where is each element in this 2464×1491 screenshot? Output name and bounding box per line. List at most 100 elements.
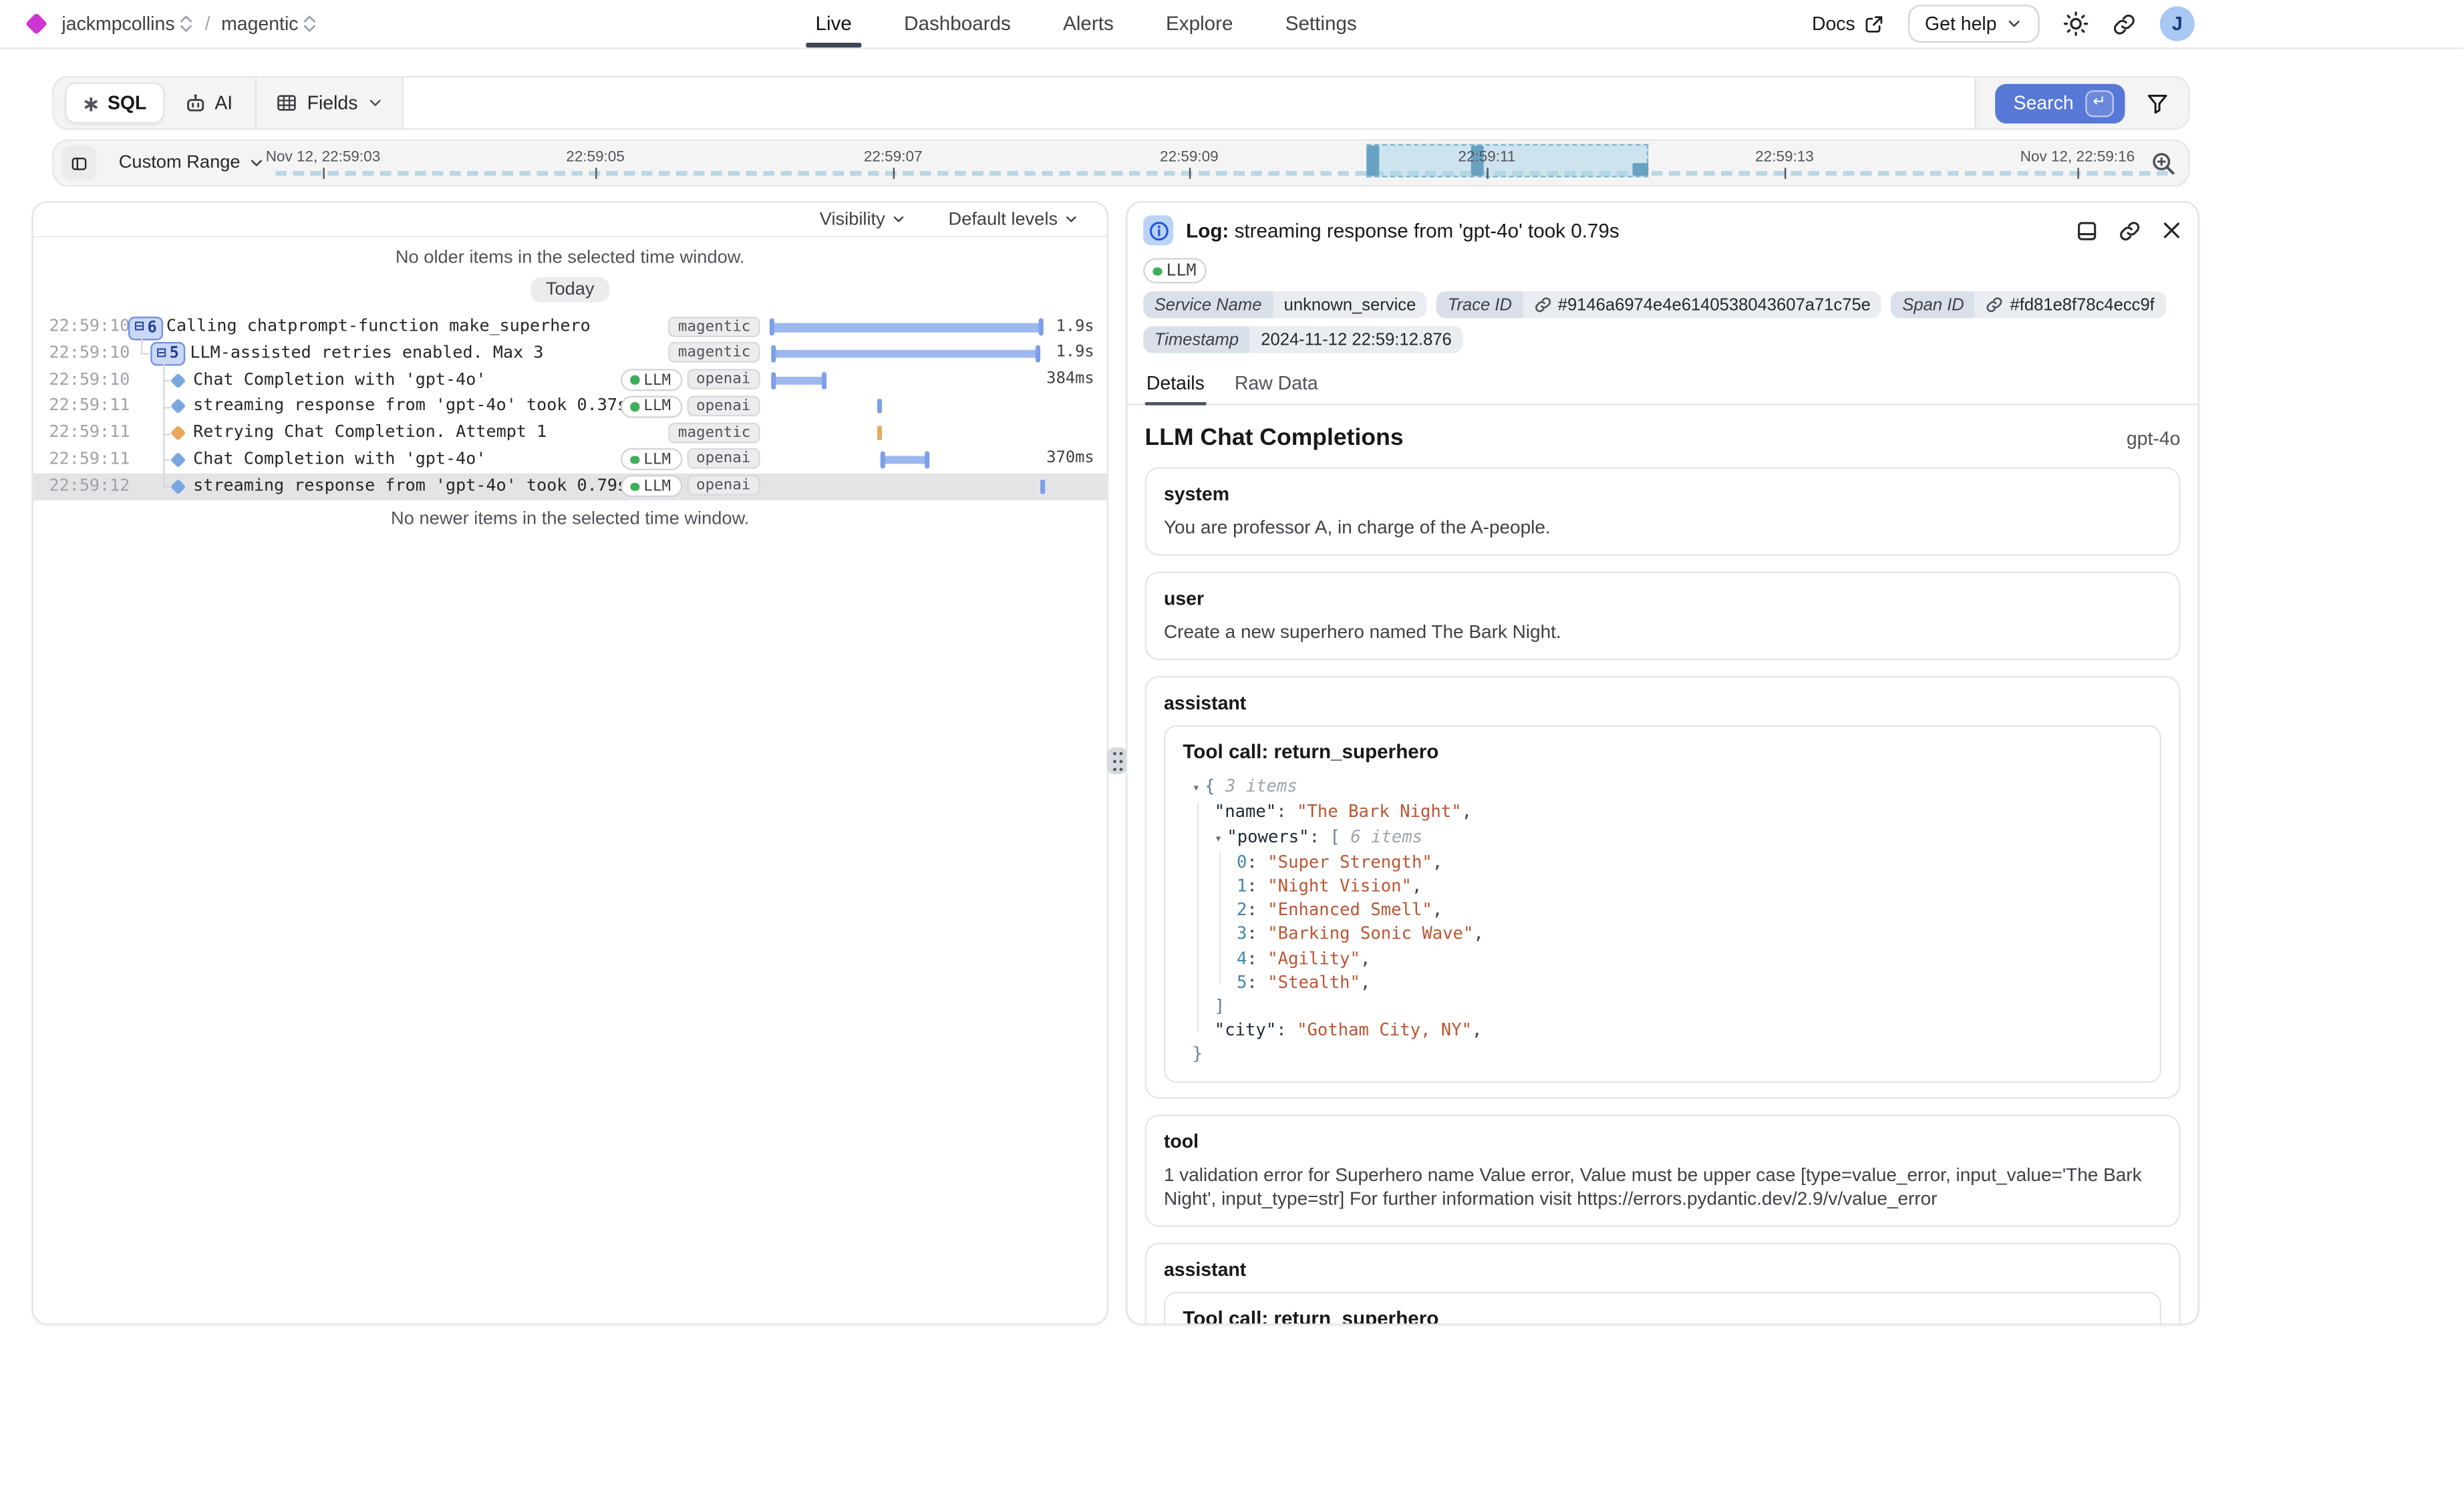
expand-chevron-icon[interactable]: ▾ <box>1215 830 1222 844</box>
json-token: 3 <box>1237 924 1247 945</box>
robot-icon <box>183 91 207 115</box>
log-row[interactable]: 22:59:10⊟6Calling chatprompt-function ma… <box>33 313 1107 340</box>
panel-resize-handle[interactable] <box>1107 748 1128 774</box>
nav-item-explore[interactable]: Explore <box>1166 0 1233 47</box>
meta-value: #9146a6974e4e6140538043607a71c75e <box>1523 292 1882 319</box>
query-mode-group: ∗ SQL AI <box>54 77 255 128</box>
org-switcher[interactable]: jackmpcollins <box>61 13 194 35</box>
brand-diamond-icon <box>25 13 48 35</box>
link-icon <box>2119 219 2141 241</box>
json-token: 0 <box>1237 852 1247 872</box>
duration-label: 1.9s <box>983 344 1094 361</box>
tree-connector <box>163 460 171 461</box>
log-row[interactable]: 22:59:11Chat Completion with 'gpt-4o'LLM… <box>33 446 1107 473</box>
project-switcher[interactable]: magentic <box>221 13 317 35</box>
chevron-down-icon <box>248 155 264 171</box>
no-newer-items-text: No newer items in the selected time wind… <box>33 509 1107 528</box>
log-timestamp: 22:59:11 <box>49 396 130 415</box>
tree-connector <box>163 433 171 434</box>
json-line: ] <box>1183 995 2142 1019</box>
timeline-zoom-button[interactable] <box>2150 150 2177 177</box>
dock-panel-button[interactable] <box>2076 219 2098 241</box>
timeline-controls: Custom Range <box>61 146 273 180</box>
json-line: 2: "Enhanced Smell", <box>1183 898 2142 922</box>
close-panel-button[interactable] <box>2161 220 2182 240</box>
json-token: , <box>1473 924 1483 945</box>
json-token: : <box>1247 900 1267 921</box>
llm-tag-label: LLM <box>643 371 671 389</box>
collapse-sidebar-button[interactable] <box>61 146 96 180</box>
docs-link[interactable]: Docs <box>1812 13 1883 35</box>
green-dot-icon <box>630 376 639 385</box>
span-kind-diamond-icon <box>170 479 186 494</box>
fields-dropdown[interactable]: Fields <box>255 77 402 128</box>
nav-item-alerts[interactable]: Alerts <box>1063 0 1114 47</box>
collapse-count-badge[interactable]: ⊟6 <box>128 316 163 340</box>
meta-pill-span-id[interactable]: Span ID#fd81e8f78c4ecc9f <box>1891 292 2166 319</box>
log-message: Calling chatprompt-function make_superhe… <box>166 317 591 335</box>
detail-actions <box>2076 219 2182 241</box>
timeline-tick-label: 22:59:09 <box>1160 149 1219 166</box>
log-row[interactable]: 22:59:11Retrying Chat Completion. Attemp… <box>33 420 1107 446</box>
span-kind-diamond-icon <box>170 372 186 387</box>
theme-toggle-button[interactable] <box>2063 11 2089 37</box>
log-row[interactable]: 22:59:12 streaming response from 'gpt-4o'… <box>33 473 1107 500</box>
search-button[interactable]: Search ↵ <box>1994 83 2125 122</box>
visibility-dropdown[interactable]: Visibility <box>810 208 915 230</box>
enter-key-icon: ↵ <box>2085 90 2114 116</box>
nav-item-dashboards[interactable]: Dashboards <box>904 0 1011 47</box>
log-row[interactable]: 22:59:10⊟5LLM-assisted retries enabled. … <box>33 340 1107 367</box>
tab-raw-data[interactable]: Raw Data <box>1233 369 1320 404</box>
timeline-tick-mark <box>1785 168 1786 179</box>
collapse-count-badge[interactable]: ⊟5 <box>150 343 185 367</box>
section-title: LLM Chat Completions <box>1145 425 1404 452</box>
duration-label: 370ms <box>983 450 1094 468</box>
log-tags: LLMopenai <box>621 449 760 471</box>
nav-item-settings[interactable]: Settings <box>1285 0 1357 47</box>
default-levels-dropdown[interactable]: Default levels <box>939 208 1088 230</box>
expand-chevron-icon[interactable]: ▾ <box>1193 781 1200 795</box>
log-timestamp: 22:59:12 <box>49 476 130 495</box>
log-row[interactable]: 22:59:10Chat Completion with 'gpt-4o'LLM… <box>33 367 1107 393</box>
log-timestamp: 22:59:10 <box>49 370 130 389</box>
log-timestamp: 22:59:10 <box>49 343 130 362</box>
ai-mode-button[interactable]: AI <box>172 82 243 124</box>
permalink-button[interactable] <box>2119 219 2141 241</box>
json-tree: ▾{ 3 items"name": "The Bark Night",▾"pow… <box>1183 775 2142 1067</box>
collapse-minus-icon: ⊟ <box>134 320 144 336</box>
tab-details[interactable]: Details <box>1145 369 1207 404</box>
json-line: 0: "Super Strength", <box>1183 850 2142 874</box>
tool-call-title: Tool call: return_superhero <box>1183 1307 2142 1323</box>
nav-item-live[interactable]: Live <box>816 0 852 47</box>
green-dot-icon <box>1152 267 1161 275</box>
json-token: , <box>1432 900 1442 921</box>
detail-body: LLM Chat Completions gpt-4o systemYou ar… <box>1127 405 2197 1323</box>
user-avatar[interactable]: J <box>2160 6 2195 41</box>
duration-label: 1.9s <box>983 317 1094 335</box>
tool-call-title: Tool call: return_superhero <box>1183 741 2142 764</box>
log-row[interactable]: 22:59:11 streaming response from 'gpt-4o'… <box>33 393 1107 420</box>
timeline-tick-mark <box>2077 168 2078 179</box>
custom-range-dropdown[interactable]: Custom Range <box>110 152 274 174</box>
log-message: streaming response from 'gpt-4o' took 0.… <box>193 476 627 495</box>
meta-pill-trace-id[interactable]: Trace ID#9146a6974e4e6140538043607a71c75… <box>1436 292 1881 319</box>
copy-link-button[interactable] <box>2113 12 2137 36</box>
log-tags: magentic <box>669 316 760 337</box>
log-message: streaming response from 'gpt-4o' took 0.… <box>193 396 627 415</box>
sql-mode-button[interactable]: ∗ SQL <box>65 82 164 124</box>
json-line: 1: "Night Vision", <box>1183 874 2142 898</box>
info-icon <box>1147 219 1169 241</box>
log-detail-panel: Log: streaming response from 'gpt-4o' to… <box>1126 201 2199 1325</box>
scope-tag: magentic <box>669 316 760 337</box>
filter-button[interactable] <box>2145 91 2169 115</box>
info-badge <box>1143 215 1173 245</box>
json-token: [ <box>1330 826 1350 846</box>
get-help-button[interactable]: Get help <box>1907 5 2040 43</box>
json-token: { <box>1205 776 1225 797</box>
json-token: ] <box>1215 996 1225 1017</box>
duration-bar <box>877 399 881 413</box>
json-token: "Gotham City, NY" <box>1297 1020 1472 1041</box>
query-input[interactable] <box>402 77 1976 128</box>
panel-split-icon <box>2076 219 2098 241</box>
timeline[interactable]: Custom Range Nov 12, 22:59:0322:59:0522:… <box>52 140 2190 187</box>
